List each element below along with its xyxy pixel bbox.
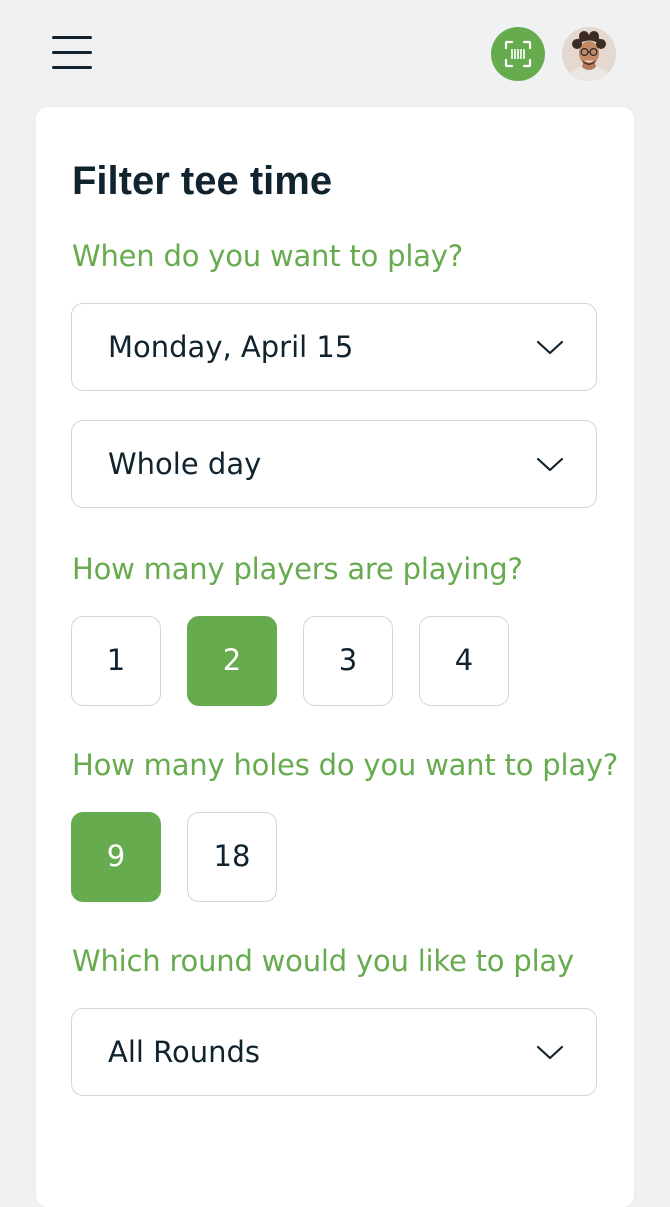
time-select-value: Whole day xyxy=(108,447,262,481)
holes-option-9[interactable]: 9 xyxy=(71,812,161,902)
filter-card: Filter tee time When do you want to play… xyxy=(36,107,634,1207)
round-question: Which round would you like to play xyxy=(72,944,574,978)
holes-question: How many holes do you want to play? xyxy=(72,748,619,782)
menu-icon-line xyxy=(52,36,92,39)
players-option-2[interactable]: 2 xyxy=(187,616,277,706)
players-option-1[interactable]: 1 xyxy=(71,616,161,706)
round-select-value: All Rounds xyxy=(108,1035,261,1069)
round-select[interactable]: All Rounds xyxy=(71,1008,597,1096)
players-option-3[interactable]: 3 xyxy=(303,616,393,706)
players-question: How many players are playing? xyxy=(72,552,523,586)
when-question: When do you want to play? xyxy=(72,239,463,273)
chevron-down-icon xyxy=(536,340,564,355)
page-title: Filter tee time xyxy=(72,159,333,203)
chevron-down-icon xyxy=(536,1045,564,1060)
date-select[interactable]: Monday, April 15 xyxy=(71,303,597,391)
holes-option-18[interactable]: 18 xyxy=(187,812,277,902)
menu-button[interactable] xyxy=(52,34,92,72)
date-select-value: Monday, April 15 xyxy=(108,330,354,364)
scan-button[interactable] xyxy=(491,27,545,81)
time-select[interactable]: Whole day xyxy=(71,420,597,508)
top-bar xyxy=(0,0,670,108)
user-avatar[interactable] xyxy=(562,27,616,81)
menu-icon-line xyxy=(52,51,92,54)
avatar-image xyxy=(562,27,616,81)
players-option-4[interactable]: 4 xyxy=(419,616,509,706)
barcode-scan-icon xyxy=(504,40,532,68)
menu-icon-line xyxy=(52,66,92,69)
chevron-down-icon xyxy=(536,457,564,472)
